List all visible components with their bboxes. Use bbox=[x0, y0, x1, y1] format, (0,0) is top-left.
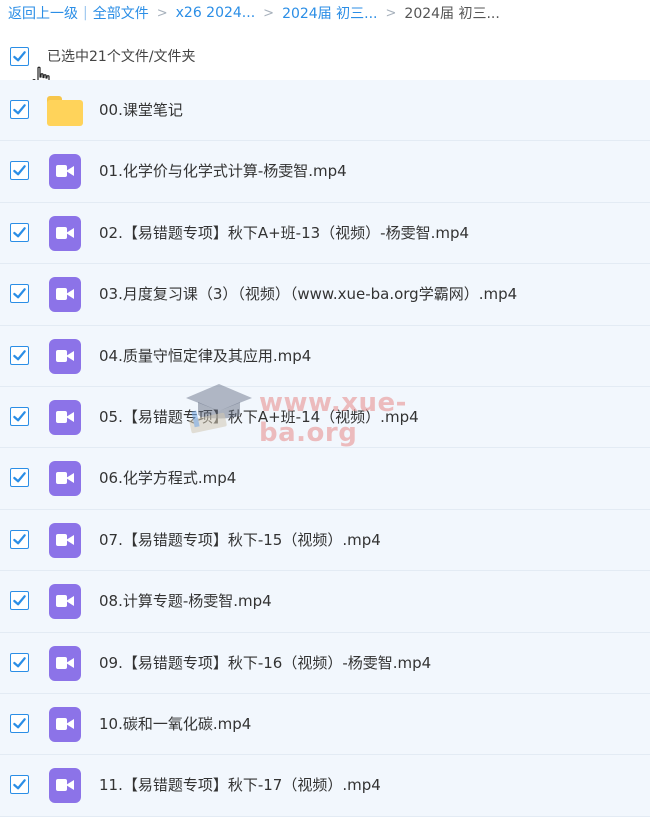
video-file-icon bbox=[47, 522, 83, 559]
file-name[interactable]: 03.月度复习课（3）（视频）（www.xue-ba.org学霸网）.mp4 bbox=[99, 264, 517, 325]
video-file-icon bbox=[47, 768, 83, 804]
file-row[interactable]: 01.化学价与化学式计算-杨雯智.mp4 bbox=[0, 141, 650, 203]
video-file-icon bbox=[47, 215, 83, 252]
file-row[interactable]: 11.【易错题专项】秋下-17（视频）.mp4 bbox=[0, 755, 650, 817]
file-row[interactable]: 00.课堂笔记 bbox=[0, 80, 650, 142]
file-checkbox[interactable] bbox=[10, 775, 29, 795]
selection-bar: 已选中21个文件/文件夹 bbox=[0, 38, 650, 74]
breadcrumb-item-1[interactable]: x26 2024... bbox=[176, 5, 256, 21]
checkmark-icon bbox=[13, 595, 26, 606]
file-checkbox[interactable] bbox=[10, 713, 29, 733]
chevron-right-icon: > bbox=[263, 5, 275, 21]
file-row[interactable]: 02.【易错题专项】秋下A+班-13（视频）-杨雯智.mp4 bbox=[0, 202, 650, 265]
file-row[interactable]: 06.化学方程式.mp4 bbox=[0, 448, 650, 510]
file-row[interactable]: 05.【易错题专项】秋下A+班-14（视频）.mp4 bbox=[0, 386, 650, 449]
video-file-icon bbox=[47, 461, 83, 497]
file-row[interactable]: 04.质量守恒定律及其应用.mp4 bbox=[0, 325, 650, 387]
selection-count-label: 已选中21个文件/文件夹 bbox=[47, 49, 196, 65]
video-file-icon bbox=[47, 399, 83, 436]
video-file-icon bbox=[47, 338, 83, 375]
checkmark-icon bbox=[13, 51, 26, 62]
breadcrumb-current: 2024届 初三... bbox=[404, 6, 500, 22]
checkmark-icon bbox=[13, 718, 26, 729]
file-checkbox[interactable] bbox=[10, 529, 29, 549]
checkmark-icon bbox=[13, 779, 26, 790]
file-checkbox[interactable] bbox=[10, 468, 29, 488]
file-name[interactable]: 05.【易错题专项】秋下A+班-14（视频）.mp4 bbox=[99, 387, 419, 448]
file-name[interactable]: 07.【易错题专项】秋下-15（视频）.mp4 bbox=[99, 510, 381, 571]
checkmark-icon bbox=[13, 411, 26, 422]
file-name[interactable]: 06.化学方程式.mp4 bbox=[99, 448, 236, 509]
folder-icon bbox=[47, 93, 83, 129]
select-all-checkbox[interactable] bbox=[10, 47, 29, 66]
file-name[interactable]: 01.化学价与化学式计算-杨雯智.mp4 bbox=[99, 141, 347, 202]
file-row[interactable]: 10.碳和一氧化碳.mp4 bbox=[0, 693, 650, 756]
file-name[interactable]: 04.质量守恒定律及其应用.mp4 bbox=[99, 326, 311, 387]
file-row[interactable]: 07.【易错题专项】秋下-15（视频）.mp4 bbox=[0, 509, 650, 572]
file-checkbox[interactable] bbox=[10, 345, 29, 365]
checkmark-icon bbox=[13, 656, 26, 667]
video-file-icon bbox=[47, 277, 83, 313]
breadcrumb-divider: | bbox=[83, 5, 88, 21]
file-checkbox[interactable] bbox=[10, 222, 29, 242]
all-files-link[interactable]: 全部文件 bbox=[93, 3, 149, 23]
file-checkbox[interactable] bbox=[10, 284, 29, 304]
breadcrumb: 返回上一级 | 全部文件 > x26 2024... > 2024届 初三...… bbox=[8, 3, 500, 23]
file-name[interactable]: 02.【易错题专项】秋下A+班-13（视频）-杨雯智.mp4 bbox=[99, 203, 469, 264]
file-checkbox[interactable] bbox=[10, 406, 29, 426]
file-name[interactable]: 11.【易错题专项】秋下-17（视频）.mp4 bbox=[99, 755, 381, 816]
video-file-icon bbox=[47, 584, 83, 620]
file-list: 00.课堂笔记 01.化学价与化学式计算-杨雯智.mp4 02.【易错题专项】秋下A… bbox=[0, 80, 650, 817]
checkmark-icon bbox=[13, 472, 26, 483]
file-checkbox[interactable] bbox=[10, 161, 29, 181]
file-name[interactable]: 08.计算专题-杨雯智.mp4 bbox=[99, 571, 272, 632]
file-row[interactable]: 08.计算专题-杨雯智.mp4 bbox=[0, 571, 650, 633]
checkmark-icon bbox=[13, 288, 26, 299]
chevron-right-icon: > bbox=[156, 5, 168, 21]
file-name[interactable]: 10.碳和一氧化碳.mp4 bbox=[99, 694, 251, 755]
file-name[interactable]: 00.课堂笔记 bbox=[99, 80, 183, 141]
video-file-icon bbox=[47, 154, 83, 190]
back-link[interactable]: 返回上一级 bbox=[8, 3, 78, 23]
checkmark-icon bbox=[13, 226, 26, 238]
file-checkbox[interactable] bbox=[10, 100, 29, 119]
file-row[interactable]: 09.【易错题专项】秋下-16（视频）-杨雯智.mp4 bbox=[0, 632, 650, 694]
file-name[interactable]: 09.【易错题专项】秋下-16（视频）-杨雯智.mp4 bbox=[99, 633, 431, 694]
checkmark-icon bbox=[13, 533, 26, 545]
checkmark-icon bbox=[13, 165, 26, 176]
video-file-icon bbox=[47, 645, 83, 682]
video-file-icon bbox=[47, 706, 83, 743]
checkmark-icon bbox=[13, 349, 26, 360]
file-checkbox[interactable] bbox=[10, 652, 29, 672]
breadcrumb-item-2[interactable]: 2024届 初三... bbox=[282, 3, 377, 23]
file-row[interactable]: 03.月度复习课（3）（视频）（www.xue-ba.org学霸网）.mp4 bbox=[0, 264, 650, 326]
chevron-right-icon: > bbox=[385, 5, 397, 21]
file-checkbox[interactable] bbox=[10, 591, 29, 611]
checkmark-icon bbox=[13, 104, 26, 115]
